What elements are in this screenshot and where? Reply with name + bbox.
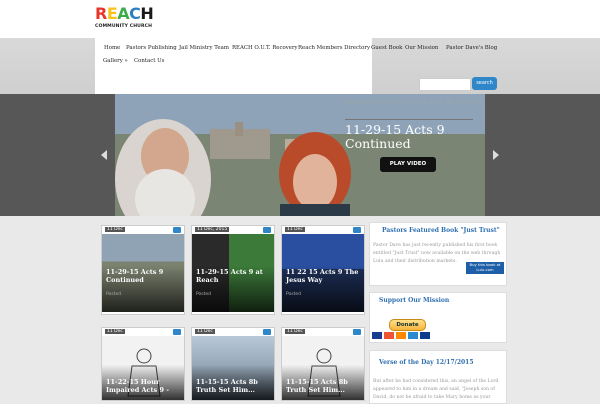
post-date: 11 Dec [195,329,215,334]
visa-icon [372,332,382,339]
post-title[interactable]: 11-15-15 Acts 8b Truth Set Him... [196,378,272,394]
nav-item-reach-recovery[interactable]: REACH O.U.T. Recovery [232,45,298,51]
post-card[interactable]: 11 Dec, 2015 11-29-15 Acts 9 at Reach Po… [191,225,275,315]
card-logos [372,332,436,339]
post-card[interactable]: 11 Dec 11-15-15 Acts 8b Truth Set Him... [281,327,365,401]
post-title[interactable]: 11-22-15 Hour Impaired Acts 9 - [106,378,182,394]
comment-icon[interactable] [353,227,361,233]
post-date: 11 Dec [105,329,125,334]
search-input[interactable] [419,78,471,91]
verse-widget: Verse of the Day 12/17/2015 But after he… [369,350,507,404]
nav-item-jail-ministry[interactable]: Jail Ministry Team [179,45,229,51]
nav-item-pastor-blog[interactable]: Pastor Dave's Blog [446,45,497,51]
logo-subtitle: COMMUNITY CHURCH [95,24,153,29]
main-nav: Home Pastors Publishing Jail Ministry Te… [95,38,372,94]
nav-item-home[interactable]: Home [104,45,120,51]
slide-divider [345,119,473,120]
slide-photo [115,94,485,216]
post-date: 11 Dec, 2015 [195,227,230,232]
logo-wordmark: REACH [95,4,154,23]
bank-icon [420,332,430,339]
post-meta: Posted [196,292,212,297]
nav-item-our-mission[interactable]: Our Mission [405,45,438,51]
post-date: 11 Dec [105,227,125,232]
slide-title[interactable]: 11-29-15 Acts 9 Continued [345,123,475,151]
post-title[interactable]: 11-29-15 Acts 9 Continued [106,268,182,284]
post-card[interactable]: 11 Dec 11-15-15 Acts 8b Truth Set Him... [191,327,275,401]
widget-title: Pastors Featured Book "Just Trust" [382,227,500,234]
featured-book-widget: Pastors Featured Book "Just Trust" Pasto… [369,222,507,286]
post-card[interactable]: 11 Dec 11-22-15 Hour Impaired Acts 9 - [101,327,185,401]
post-card[interactable]: 11 Dec 11-29-15 Acts 9 Continued Posted [101,225,185,315]
nav-item-gallery[interactable]: Gallery » [103,58,128,64]
discover-icon [396,332,406,339]
comment-icon[interactable] [263,329,271,335]
mastercard-icon [384,332,394,339]
post-meta: Posted [106,292,122,297]
verse-text: But after he had considered this, an ang… [373,379,499,400]
slider-next-icon[interactable] [493,150,499,160]
post-title[interactable]: 11-15-15 Acts 8b Truth Set Him... [286,378,362,394]
amex-icon [408,332,418,339]
comment-icon[interactable] [353,329,361,335]
church-logo[interactable]: REACH COMMUNITY CHURCH [95,4,154,33]
post-title[interactable]: 11-29-15 Acts 9 at Reach [196,268,272,284]
nav-item-guest-book[interactable]: Guest Book [371,45,402,51]
comment-icon[interactable] [263,227,271,233]
post-date: 11 Dec [285,227,305,232]
post-meta: Posted [286,292,302,297]
comment-icon[interactable] [173,227,181,233]
lulu-buy-button[interactable]: Buy this book at Lulu.com [466,262,504,274]
play-video-button[interactable]: PLAY VIDEO [380,157,436,172]
donate-button[interactable]: Donate [389,319,426,331]
nav-item-members-directory[interactable]: Reach Members Directory [298,45,370,51]
search-button[interactable]: search [472,77,497,90]
slider-prev-icon[interactable] [101,150,107,160]
widget-title: Verse of the Day 12/17/2015 [379,359,474,366]
slide-meta: Posted by Pastor Dave on 11 Dec 2015 | N… [345,100,483,106]
nav-item-pastors-publishing[interactable]: Pastors Publishing [126,45,177,51]
comment-icon[interactable] [173,329,181,335]
nav-item-contact[interactable]: Contact Us [134,58,164,64]
header-band [0,0,600,38]
widget-title: Support Our Mission [379,297,450,304]
post-title[interactable]: 11 22 15 Acts 9 The Jesus Way [286,268,362,284]
post-card[interactable]: 11 Dec 11 22 15 Acts 9 The Jesus Way Pos… [281,225,365,315]
support-mission-widget: Support Our Mission Donate [369,292,507,343]
post-date: 11 Dec [285,329,305,334]
slide-image[interactable] [115,94,485,216]
